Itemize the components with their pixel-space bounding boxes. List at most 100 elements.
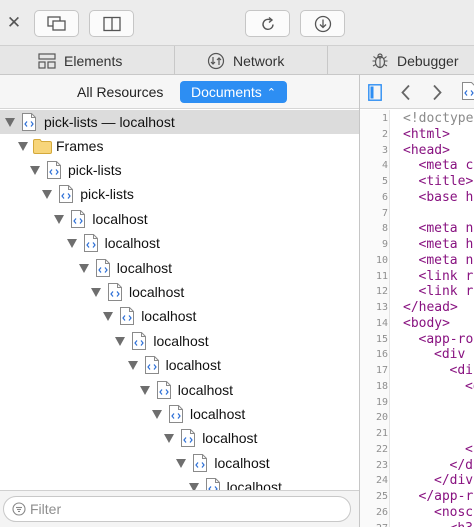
split-icon [102,16,121,31]
tree-frame-label: localhost [165,357,221,374]
tree-frame-label: localhost [214,454,270,471]
network-icon [207,52,225,69]
document-icon [71,209,86,228]
disclosure-triangle-icon[interactable] [152,410,162,419]
source-code-view[interactable]: 1 <!doctype 2 <html> 3 <head> 4 <meta c 5 <title>… [360,110,474,527]
disclosure-triangle-icon[interactable] [139,385,150,395]
filter-input[interactable] [30,499,340,519]
tab-debugger[interactable]: Debugger [371,46,459,75]
tree-frame-row[interactable]: localhost [0,353,359,377]
tree-frame-row[interactable]: localhost [0,402,359,426]
code-line: <div [434,347,466,363]
code-line: <meta c [418,158,474,174]
disclosure-triangle-icon[interactable] [176,458,187,468]
tree-frame-row[interactable]: localhost [0,280,359,304]
tree-frames-row[interactable]: Frames [0,134,359,158]
line-number: 12 [375,286,388,298]
tab-elements[interactable]: Elements [38,46,122,75]
dock-icon [46,15,66,31]
tree-frame-row[interactable]: localhost [0,329,359,353]
line-number: 23 [375,459,388,471]
line-number: 4 [381,160,388,172]
code-line: <head> [403,142,450,158]
disclosure-triangle-icon[interactable] [54,214,65,224]
disclosure-triangle-icon[interactable] [115,336,126,346]
tab-network[interactable]: Network [207,46,284,75]
line-number: 14 [375,317,388,329]
tree-frame-label: localhost [129,284,185,300]
disclosure-triangle-icon[interactable] [164,434,175,444]
sidebar-toggle-icon[interactable] [368,84,382,101]
line-number: 18 [375,380,388,392]
tree-frame-row[interactable]: localhost [0,451,359,475]
download-icon [314,15,331,32]
document-icon [169,405,183,423]
tree-frame-row[interactable]: localhost [0,426,359,450]
line-number: 13 [375,302,388,313]
disclosure-triangle-icon[interactable] [78,263,89,273]
code-line: <base h [418,189,474,205]
line-number: 19 [375,396,388,408]
line-number: 26 [375,506,388,518]
code-line: </head> [403,300,458,315]
dock-button[interactable] [34,10,79,37]
code-line: <d [465,378,474,394]
line-number: 16 [375,349,388,361]
code-line: <!doctype [403,111,474,126]
disclosure-triangle-icon[interactable] [66,239,77,249]
code-line: <title> [418,174,474,189]
tree-frame-row[interactable]: localhost [0,256,359,280]
tree-frame-label: localhost [153,332,209,349]
tree-frame-row[interactable]: pick-lists [0,158,359,182]
scope-all-resources[interactable]: All Resources [77,84,163,100]
disclosure-triangle-icon[interactable] [5,118,15,127]
line-number: 11 [375,270,388,282]
code-line: <link r [418,284,474,300]
split-view-button[interactable] [89,10,134,37]
folder-icon [33,139,52,154]
tree-frame-label: localhost [226,479,282,490]
scope-documents-select[interactable]: Documents ⌃ [180,81,287,103]
tree-frame-label: localhost [177,381,234,398]
disclosure-triangle-icon[interactable] [127,361,138,371]
document-icon [95,258,110,277]
reload-button[interactable] [245,10,290,37]
document-icon [120,307,135,326]
code-line: <html> [403,126,450,142]
tree-frame-row[interactable]: localhost [0,207,359,231]
close-icon[interactable]: ✕ [7,13,21,33]
tab-separator [174,46,175,75]
disclosure-triangle-icon[interactable] [188,483,199,490]
tree-frame-row[interactable]: localhost [0,231,359,255]
tab-debugger-label: Debugger [397,52,459,69]
tree-frame-row[interactable]: localhost [0,475,359,490]
filter-field[interactable] [3,496,351,522]
line-number: 15 [375,333,388,345]
tree-frames-label: Frames [56,138,104,154]
code-line: <nosc [434,504,474,520]
tree-frame-row[interactable]: pick-lists [0,182,359,206]
disclosure-triangle-icon[interactable] [18,142,28,151]
disclosure-triangle-icon[interactable] [42,190,53,200]
disclosure-triangle-icon[interactable] [91,288,101,297]
forward-chevron-icon[interactable] [431,84,443,101]
disclosure-triangle-icon[interactable] [30,166,40,175]
tree-frame-row[interactable]: localhost [0,378,359,402]
disclosure-triangle-icon[interactable] [103,312,114,322]
document-icon [156,380,171,399]
tree-frame-row[interactable]: localhost [0,304,359,328]
tab-bar: Elements Network Debugger [0,46,474,75]
download-button[interactable] [300,10,345,37]
line-number: 25 [375,491,388,502]
scope-bar: All Resources Documents ⌃ [0,75,359,109]
tab-elements-label: Elements [64,52,123,69]
code-line: </div [434,473,474,489]
source-nav-bar [360,75,474,109]
tree-frame-label: localhost [116,259,173,276]
line-number: 20 [375,412,388,424]
tree-root-label: pick-lists — localhost [44,114,175,130]
code-line: <body> [403,315,450,331]
back-chevron-icon[interactable] [400,84,412,101]
tree-root-row[interactable]: pick-lists — localhost [0,110,359,134]
document-icon [193,453,208,472]
